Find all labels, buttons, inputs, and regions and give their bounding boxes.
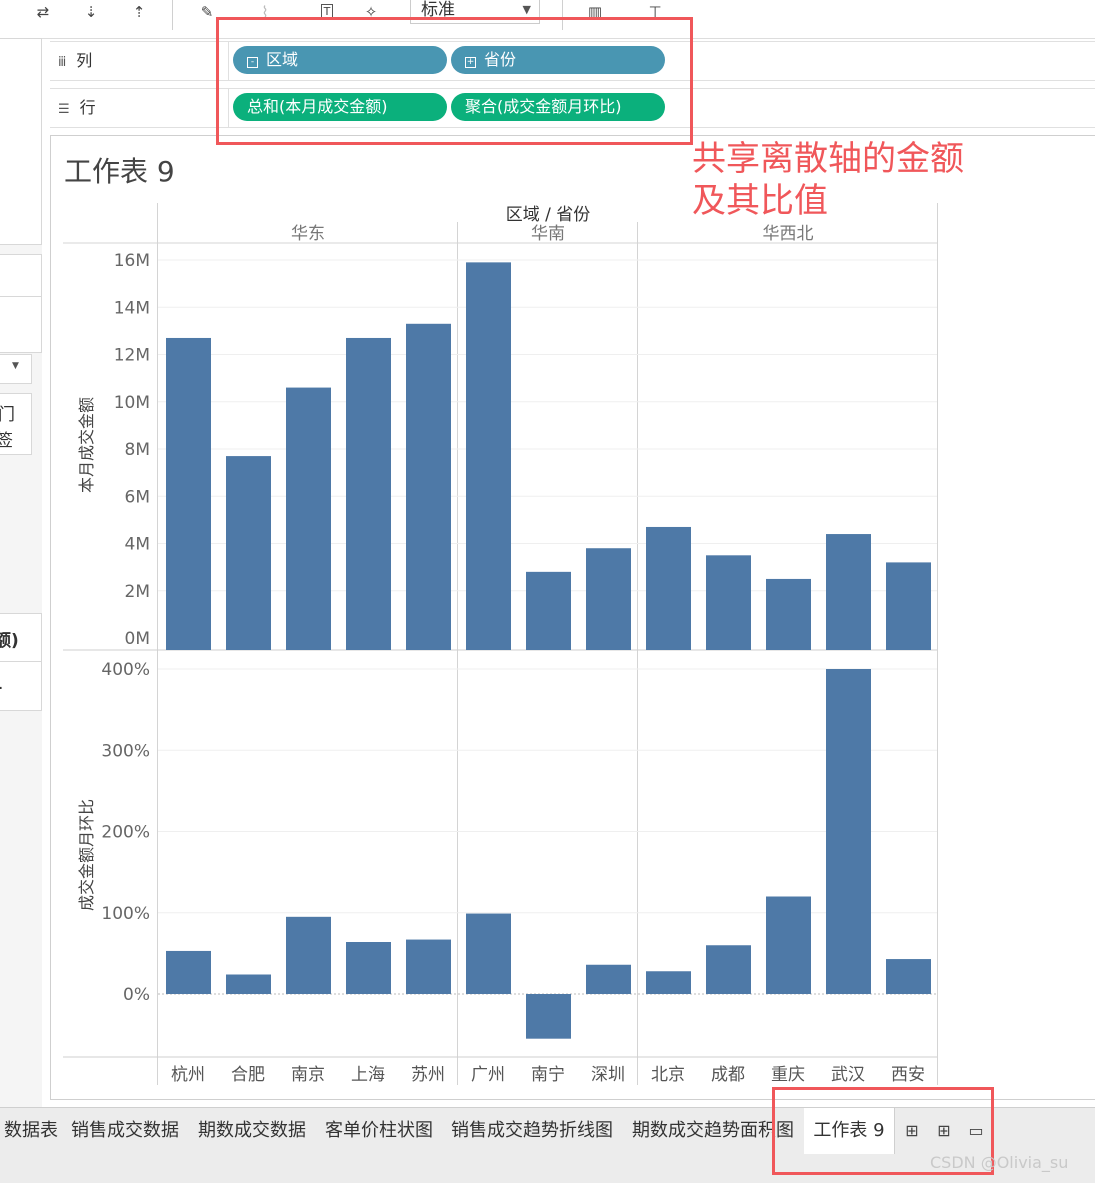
watermark: CSDN @Olivia_su [930, 1153, 1069, 1172]
bar-amount [646, 526, 691, 650]
region-label: 华西北 [763, 224, 814, 244]
x-tick-label: 北京 [651, 1065, 685, 1085]
bar-ratio [166, 950, 211, 994]
bar-ratio [466, 913, 511, 994]
x-tick-label: 深圳 [591, 1065, 625, 1085]
bar-ratio [766, 896, 811, 994]
tab-sales-trend-line[interactable]: 销售成交趋势折线图 [442, 1108, 623, 1154]
y-tick-label: 400% [101, 660, 150, 680]
annotation-line-1: 共享离散轴的金额 [692, 139, 964, 179]
x-tick-label: 成都 [711, 1065, 745, 1085]
bar-ratio [706, 945, 751, 994]
bar-ratio [526, 994, 571, 1039]
highlight-box-shelves [216, 17, 693, 145]
y-tick-label: 0M [125, 629, 150, 649]
y-tick-label: 300% [101, 741, 150, 761]
bar-amount [586, 548, 631, 650]
bar-amount [466, 262, 511, 650]
bar-amount [826, 534, 871, 650]
x-tick-label: 杭州 [171, 1065, 205, 1085]
tab-period-data[interactable]: 期数成交数据 [188, 1108, 317, 1154]
bar-amount [346, 337, 391, 650]
y-tick-label: 0% [123, 985, 150, 1005]
bar-ratio [886, 959, 931, 994]
tab-sales-data[interactable]: 销售成交数据 [62, 1108, 189, 1154]
x-tick-label: 南京 [291, 1065, 325, 1085]
x-tick-label: 南宁 [531, 1065, 565, 1085]
y-tick-label: 12M [114, 346, 150, 366]
y-tick-label: 200% [101, 823, 150, 843]
y-tick-label: 2M [125, 582, 150, 602]
x-tick-label: 上海 [351, 1065, 385, 1085]
y-tick-label: 6M [125, 487, 150, 507]
tab-data-table[interactable]: 数据表 [0, 1108, 63, 1154]
chart-bars [166, 262, 931, 1039]
y-tick-label: 4M [125, 535, 150, 555]
bar-amount [886, 562, 931, 650]
y-tick-label: 10M [114, 393, 150, 413]
bar-amount [286, 387, 331, 650]
x-tick-label: 西安 [891, 1065, 925, 1085]
bar-ratio [286, 916, 331, 994]
bar-ratio [826, 669, 871, 994]
annotation-line-2: 及其比值 [692, 181, 828, 221]
bar-amount [226, 456, 271, 650]
y-axis-label: 成交金额月环比 [77, 799, 96, 911]
bar-amount [706, 555, 751, 650]
bar-ratio [646, 971, 691, 994]
header-title: 区域 / 省份 [506, 205, 591, 225]
x-tick-label: 武汉 [831, 1065, 865, 1085]
region-label: 华南 [531, 224, 565, 244]
y-axis-label: 本月成交金额 [77, 397, 96, 493]
bar-amount [766, 578, 811, 650]
x-tick-label: 重庆 [771, 1065, 805, 1085]
x-tick-label: 合肥 [231, 1065, 265, 1085]
bar-ratio [406, 939, 451, 994]
tab-unit-price-bar[interactable]: 客单价柱状图 [316, 1108, 443, 1154]
bar-amount [166, 337, 211, 650]
y-tick-label: 14M [114, 298, 150, 318]
bar-amount [526, 571, 571, 650]
y-tick-label: 8M [125, 440, 150, 460]
region-label: 华东 [291, 224, 325, 244]
y-tick-label: 100% [101, 904, 150, 924]
bar-ratio [226, 974, 271, 994]
annotation: 共享离散轴的金额 及其比值 [692, 138, 1022, 222]
bar-ratio [346, 942, 391, 994]
bar-amount [406, 323, 451, 650]
x-tick-label: 广州 [471, 1065, 505, 1085]
y-tick-label: 16M [114, 251, 150, 271]
bar-ratio [586, 964, 631, 994]
x-tick-label: 苏州 [411, 1065, 445, 1085]
